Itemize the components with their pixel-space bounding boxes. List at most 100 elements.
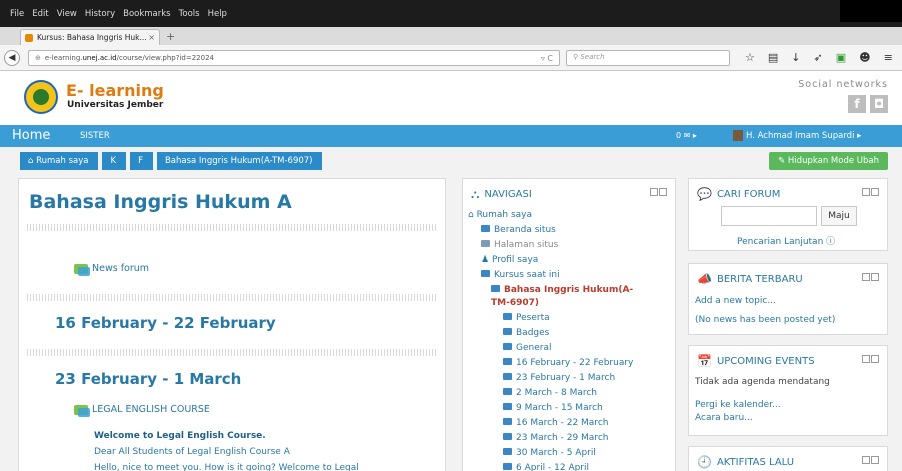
nav-label: 23 February - 1 March bbox=[516, 373, 616, 383]
social-link-icon[interactable]: ◘ bbox=[870, 95, 888, 113]
menu-bookmarks[interactable]: Bookmarks bbox=[123, 9, 171, 19]
week-heading: 16 February - 22 February bbox=[55, 314, 276, 332]
news-forum-link[interactable]: News forum bbox=[74, 263, 149, 276]
nav-item-week[interactable]: 30 March - 5 April bbox=[503, 448, 596, 458]
menu-tools[interactable]: Tools bbox=[179, 9, 200, 19]
tab-course[interactable]: Kursus: Bahasa Inggris Huk... × bbox=[20, 29, 160, 45]
nav-item-halaman[interactable]: Halaman situs bbox=[481, 240, 558, 250]
window-controls bbox=[840, 0, 902, 22]
nav-item-rumah-saya[interactable]: ⌂ Rumah saya bbox=[468, 210, 532, 220]
nav-label: Halaman situs bbox=[494, 240, 559, 250]
breadcrumb-k[interactable]: K bbox=[102, 152, 127, 170]
breadcrumb-f[interactable]: F bbox=[130, 152, 153, 170]
university-logo[interactable] bbox=[24, 80, 58, 114]
clock-icon: 🕘 bbox=[697, 455, 712, 469]
collapse-icon[interactable] bbox=[862, 188, 870, 196]
dock-icon[interactable] bbox=[871, 456, 879, 464]
forum-search-button[interactable]: Maju bbox=[821, 206, 857, 226]
navigation-block: ⛬ NAVIGASI ⌂ Rumah saya Beranda situs Hal… bbox=[462, 178, 676, 471]
menu-items: File Edit View History Bookmarks Tools H… bbox=[10, 9, 227, 19]
dear-text: Dear All Students of Legal English Cours… bbox=[94, 447, 290, 457]
nav-item-peserta[interactable]: Peserta bbox=[503, 313, 550, 323]
url-prefix: e-learning. bbox=[44, 54, 83, 62]
send-icon[interactable]: ➶ bbox=[814, 51, 823, 64]
nav-item-general[interactable]: General bbox=[503, 343, 551, 353]
menu-help[interactable]: Help bbox=[208, 9, 227, 19]
calendar-link[interactable]: Pergi ke kalender... bbox=[695, 400, 781, 410]
no-news-text: (No news has been posted yet) bbox=[695, 315, 836, 325]
dock-icon[interactable] bbox=[871, 355, 879, 363]
nav-item-week[interactable]: 6 April - 12 April bbox=[503, 463, 589, 471]
breadcrumb: ⌂ Rumah saya K F Bahasa Inggris Hukum(A-… bbox=[20, 152, 326, 170]
folder-icon bbox=[503, 358, 512, 365]
search-input[interactable]: ⚲ Search bbox=[566, 50, 730, 66]
nav-item-beranda[interactable]: Beranda situs bbox=[481, 225, 556, 235]
nav-item-week[interactable]: 23 February - 1 March bbox=[503, 373, 615, 383]
forum-icon bbox=[74, 263, 90, 276]
dock-icon[interactable] bbox=[871, 188, 879, 196]
chat-icon[interactable]: ☻ bbox=[859, 51, 870, 64]
collapse-icon[interactable] bbox=[650, 188, 658, 196]
bookmark-star-icon[interactable]: ☆ bbox=[745, 51, 755, 64]
breadcrumb-course[interactable]: Bahasa Inggris Hukum(A-TM-6907) bbox=[156, 152, 323, 170]
brand-title[interactable]: E- learning bbox=[66, 81, 164, 100]
legal-english-forum-link[interactable]: LEGAL ENGLISH COURSE bbox=[74, 404, 210, 417]
messages-menu[interactable]: 0 ✉ ▸ bbox=[676, 131, 697, 140]
folder-icon bbox=[503, 328, 512, 335]
nav-item-week[interactable]: 16 March - 22 March bbox=[503, 418, 608, 428]
menu-edit[interactable]: Edit bbox=[32, 9, 48, 19]
nav-label: Kursus saat ini bbox=[494, 270, 560, 280]
legal-english-label: LEGAL ENGLISH COURSE bbox=[92, 404, 210, 415]
facebook-icon[interactable]: f bbox=[848, 95, 866, 113]
dock-icon[interactable] bbox=[871, 273, 879, 281]
addon-icon[interactable]: ▣ bbox=[836, 51, 846, 64]
nav-item-week[interactable]: 9 March - 15 March bbox=[503, 403, 603, 413]
menu-icon[interactable]: ≡ bbox=[884, 51, 893, 64]
social-icons: f ◘ bbox=[848, 95, 888, 113]
news-block: 📣 BERITA TERBARU Add a new topic... (No n… bbox=[688, 263, 888, 335]
nav-item-badges[interactable]: Badges bbox=[503, 328, 549, 338]
nav-item-current-course[interactable]: Bahasa Inggris Hukum(A- bbox=[491, 285, 633, 295]
upcoming-events-block: 📅 UPCOMING EVENTS Tidak ada agenda mendat… bbox=[688, 345, 888, 436]
bookmarks-list-icon[interactable]: ▤ bbox=[768, 51, 778, 64]
menu-file[interactable]: File bbox=[10, 9, 24, 19]
breadcrumb-home[interactable]: ⌂ Rumah saya bbox=[20, 152, 99, 170]
nav-item-week[interactable]: 23 March - 29 March bbox=[503, 433, 608, 443]
nav-label: 30 March - 5 April bbox=[516, 448, 596, 458]
edit-mode-button[interactable]: ✎ Hidupkan Mode Ubah bbox=[769, 152, 888, 170]
navigation-toolbar: ◀ ⊕ e-learning. unej.ac.id/course/view.ph… bbox=[0, 45, 902, 71]
back-button[interactable]: ◀ bbox=[4, 50, 20, 66]
nav-label: Bahasa Inggris Hukum(A- bbox=[504, 285, 634, 295]
forum-search-block: 💬 CARI FORUM Maju Pencarian Lanjutan ⓘ bbox=[688, 178, 888, 251]
nav-label: Beranda situs bbox=[494, 225, 556, 235]
home-link[interactable]: Home bbox=[12, 128, 50, 143]
nav-item-kursus[interactable]: Kursus saat ini bbox=[481, 270, 560, 280]
reload-icon[interactable]: ▿ C bbox=[541, 54, 553, 63]
forum-search-input[interactable] bbox=[721, 206, 817, 226]
menu-bar: File Edit View History Bookmarks Tools H… bbox=[0, 0, 902, 27]
recent-header: 🕘 AKTIFITAS LALU bbox=[697, 455, 794, 469]
new-tab-button[interactable]: + bbox=[166, 30, 175, 43]
close-tab-icon[interactable]: × bbox=[148, 33, 155, 42]
add-topic-link[interactable]: Add a new topic... bbox=[695, 296, 776, 306]
section-divider bbox=[27, 294, 437, 301]
calendar-icon: 📅 bbox=[697, 354, 712, 368]
nav-item-current-course-code[interactable]: TM-6907) bbox=[491, 298, 539, 308]
nav-item-week[interactable]: 16 February - 22 February bbox=[503, 358, 633, 368]
advanced-search-link[interactable]: Pencarian Lanjutan ⓘ bbox=[737, 234, 835, 247]
menu-view[interactable]: View bbox=[57, 9, 77, 19]
url-bar[interactable]: ⊕ e-learning. unej.ac.id/course/view.php?… bbox=[28, 50, 560, 66]
nav-label: 16 March - 22 March bbox=[516, 418, 609, 428]
collapse-icon[interactable] bbox=[862, 456, 870, 464]
news-header: 📣 BERITA TERBARU bbox=[697, 272, 803, 286]
collapse-icon[interactable] bbox=[862, 273, 870, 281]
nav-item-week[interactable]: 2 March - 8 March bbox=[503, 388, 597, 398]
nav-item-profil[interactable]: ♟ Profil saya bbox=[481, 255, 538, 265]
collapse-icon[interactable] bbox=[862, 355, 870, 363]
sister-link[interactable]: SISTER bbox=[80, 131, 110, 141]
dock-icon[interactable] bbox=[659, 188, 667, 196]
menu-history[interactable]: History bbox=[85, 9, 115, 19]
user-menu[interactable]: H. Achmad Imam Supardi ▸ bbox=[733, 130, 861, 141]
download-icon[interactable]: ↓ bbox=[791, 51, 800, 64]
new-event-link[interactable]: Acara baru... bbox=[695, 413, 753, 423]
